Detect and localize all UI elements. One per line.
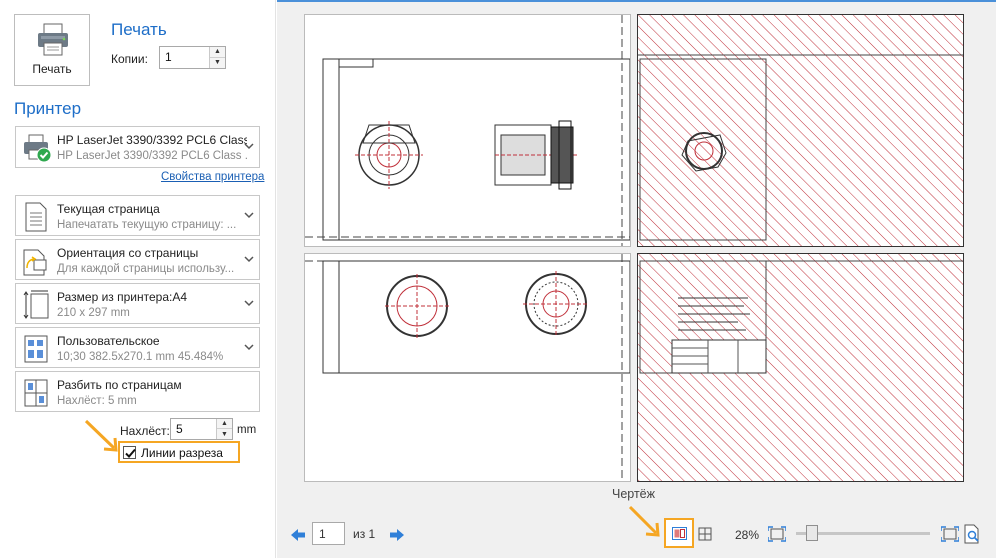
paper-size-dropdown[interactable]: Размер из принтера:A4 210 x 297 mm [15, 283, 260, 324]
zoom-label: 28% [735, 528, 760, 542]
overlap-value: 5 [176, 422, 183, 436]
printer-subtitle: HP LaserJet 3390/3392 PCL6 Class ... [57, 150, 247, 162]
sheet-view-icon[interactable] [697, 526, 713, 542]
chevron-down-icon [244, 300, 254, 307]
page-icon [25, 202, 47, 232]
preview-page-2 [637, 14, 964, 247]
copies-down-arrow-icon[interactable]: ▼ [210, 57, 225, 68]
overlap-up-arrow-icon[interactable]: ▲ [217, 419, 232, 429]
scaling-dropdown[interactable]: Пользовательское 10;30 382.5x270.1 mm 45… [15, 327, 260, 368]
orientation-icon [23, 249, 47, 276]
zoom-slider-thumb[interactable] [806, 525, 819, 541]
preview-page-4 [637, 253, 964, 482]
hatched-sheet-4 [638, 254, 963, 481]
printer-properties-link[interactable]: Свойства принтера [161, 171, 264, 183]
page-count-label: из 1 [353, 527, 376, 541]
previous-page-icon[interactable] [290, 528, 306, 542]
cut-lines-highlight: Линии разреза [118, 441, 240, 463]
scaling-subtitle: 10;30 382.5x270.1 mm 45.484% [57, 351, 224, 363]
copies-label: Копии: [111, 52, 148, 66]
paper-size-title: Размер из принтера:A4 [57, 290, 188, 304]
tiling-subtitle: Нахлёст: 5 mm [57, 395, 137, 407]
overlap-down-arrow-icon[interactable]: ▼ [217, 429, 232, 439]
orientation-subtitle: Для каждой страницы использу... [57, 263, 235, 275]
chevron-down-icon [244, 256, 254, 263]
print-button[interactable]: Печать [14, 14, 90, 86]
print-button-label: Печать [32, 62, 72, 76]
callout-arrow-icon [628, 505, 660, 537]
overlap-label: Нахлёст: [120, 424, 170, 438]
copies-stepper[interactable]: 1 ▲ ▼ [159, 46, 226, 69]
zoom-page-icon[interactable] [963, 524, 981, 544]
callout-arrow-icon [84, 419, 118, 452]
chevron-down-icon [244, 143, 254, 150]
checkmark-icon [125, 448, 136, 458]
drawing-label: Чертёж [612, 487, 655, 501]
tiling-title: Разбить по страницам [57, 378, 182, 392]
printer-icon [38, 23, 68, 56]
drawing-sheet-1 [305, 15, 631, 246]
printer-heading: Принтер [14, 99, 82, 118]
printer-name: HP LaserJet 3390/3392 PCL6 Class ... [57, 133, 247, 147]
overlap-unit: mm [237, 424, 257, 436]
paper-size-subtitle: 210 x 297 mm [57, 307, 130, 319]
page-number-input[interactable]: 1 [312, 522, 345, 545]
scaling-title: Пользовательское [57, 334, 160, 348]
print-heading: Печать [111, 20, 167, 39]
hatched-sheet-2 [638, 15, 963, 246]
fit-width-icon[interactable] [768, 526, 786, 542]
printer-dropdown[interactable]: HP LaserJet 3390/3392 PCL6 Class ... HP … [15, 126, 260, 168]
chevron-down-icon [244, 212, 254, 219]
print-range-subtitle: Напечатать текущую страницу: ... [57, 219, 237, 231]
drawing-view-button[interactable] [664, 518, 694, 548]
preview-page-1 [304, 14, 631, 247]
accent-line [277, 0, 996, 2]
drawing-view-icon [672, 527, 687, 540]
tiling-dropdown[interactable]: Разбить по страницам Нахлёст: 5 mm [15, 371, 260, 412]
next-page-icon[interactable] [389, 528, 405, 542]
cut-lines-checkbox[interactable] [123, 446, 136, 459]
split-pages-icon [24, 379, 48, 407]
printer-ready-icon [24, 134, 52, 163]
scale-icon [24, 335, 48, 363]
page-number-value: 1 [319, 527, 326, 541]
overlap-stepper[interactable]: 5 ▲ ▼ [170, 418, 233, 440]
preview-page-3 [304, 253, 631, 482]
copies-up-arrow-icon[interactable]: ▲ [210, 47, 225, 58]
orientation-title: Ориентация со страницы [57, 246, 199, 260]
copies-value: 1 [165, 50, 172, 64]
cut-lines-label: Линии разреза [141, 446, 223, 460]
print-range-title: Текущая страница [57, 202, 160, 216]
orientation-dropdown[interactable]: Ориентация со страницы Для каждой страни… [15, 239, 260, 280]
print-range-dropdown[interactable]: Текущая страница Напечатать текущую стра… [15, 195, 260, 236]
chevron-down-icon [244, 344, 254, 351]
drawing-sheet-3 [305, 254, 631, 481]
fit-page-icon[interactable] [941, 526, 959, 542]
print-settings-panel: Печать Печать Копии: 1 ▲ ▼ Принтер HP La… [0, 0, 276, 558]
paper-size-icon [23, 290, 49, 319]
